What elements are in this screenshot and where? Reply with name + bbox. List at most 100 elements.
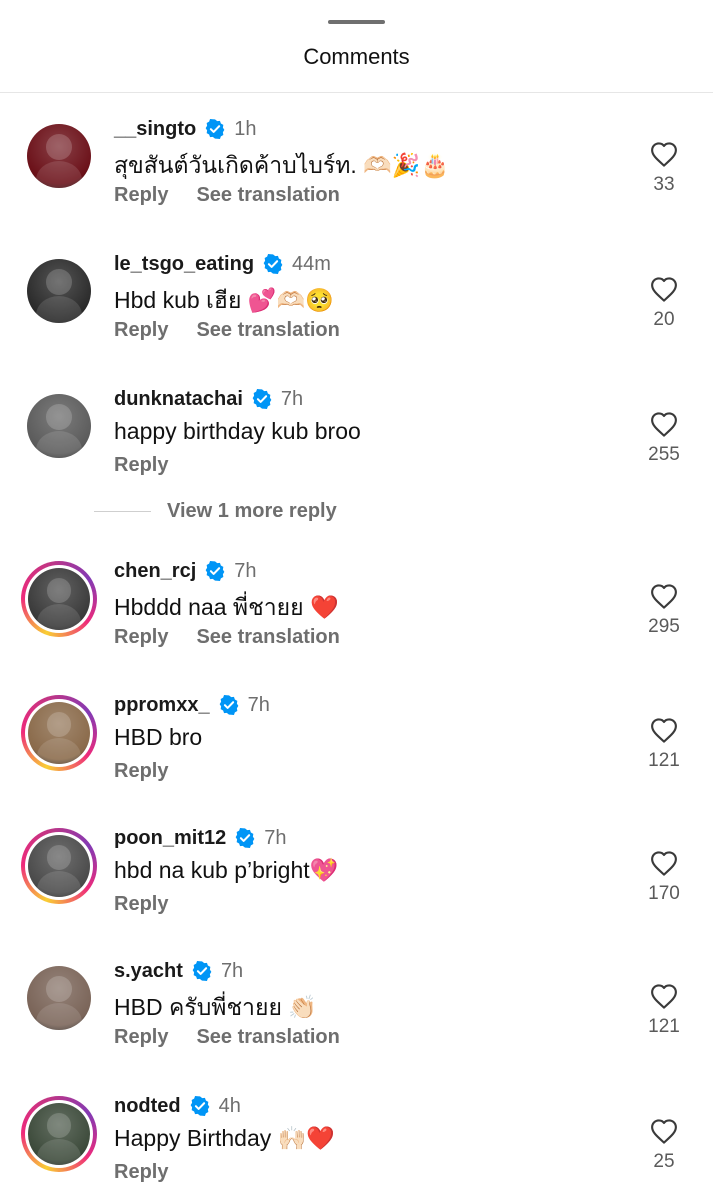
comment-item: __singto 1h สุขสันต์วันเกิดค้าบไบร์ท. 🫶🏻…	[0, 118, 713, 244]
comment-actions: Reply See translation	[114, 319, 340, 342]
verified-badge-icon	[205, 119, 225, 139]
reply-button[interactable]: Reply	[114, 760, 168, 783]
verified-badge-icon	[192, 961, 212, 981]
like-count: 33	[653, 174, 675, 195]
comment-actions: Reply See translation	[114, 184, 340, 207]
comment-header: chen_rcj 7h	[114, 558, 257, 584]
heart-outline-icon[interactable]	[649, 410, 679, 438]
reply-button[interactable]: Reply	[114, 893, 168, 916]
comment-username[interactable]: nodted	[114, 1095, 181, 1118]
comment-username[interactable]: s.yacht	[114, 960, 183, 983]
verified-badge-icon	[235, 828, 255, 848]
comment-header: poon_mit12 7h	[114, 825, 287, 851]
verified-badge-icon	[263, 254, 283, 274]
comment-item: s.yacht 7h HBD ครับพี่ชายย 👏🏻 Reply See …	[0, 960, 713, 1086]
verified-badge-icon	[252, 389, 272, 409]
heart-outline-icon[interactable]	[649, 1117, 679, 1145]
heart-outline-icon[interactable]	[649, 849, 679, 877]
comment-time: 1h	[234, 117, 257, 140]
comment-actions: Reply	[114, 893, 168, 916]
heart-outline-icon[interactable]	[649, 982, 679, 1010]
comment-text: Happy Birthday 🙌🏻❤️	[114, 1125, 335, 1151]
heart-outline-icon[interactable]	[649, 582, 679, 610]
comment-item: poon_mit12 7h hbd na kub p’bright💖 Reply…	[0, 827, 713, 953]
reply-button[interactable]: Reply	[114, 184, 168, 207]
avatar[interactable]	[27, 966, 91, 1030]
comment-text: happy birthday kub broo	[114, 418, 361, 444]
comment-header: le_tsgo_eating 44m	[114, 251, 331, 277]
like-area: 121	[630, 982, 698, 1038]
comment-username[interactable]: ppromxx_	[114, 694, 210, 717]
like-count: 20	[653, 309, 675, 330]
comment-time: 7h	[234, 559, 257, 582]
comment-text: HBD bro	[114, 724, 203, 750]
sheet-title: Comments	[303, 44, 410, 69]
like-count: 255	[648, 444, 680, 465]
comment-username[interactable]: poon_mit12	[114, 827, 226, 850]
avatar[interactable]	[27, 394, 91, 458]
reply-button[interactable]: Reply	[114, 1026, 168, 1049]
comment-header: ppromxx_ 7h	[114, 692, 270, 718]
comment-time: 7h	[264, 826, 287, 849]
avatar[interactable]	[27, 124, 91, 188]
comment-actions: Reply	[114, 1161, 168, 1184]
comment-actions: Reply See translation	[114, 626, 340, 649]
like-count: 170	[648, 883, 680, 904]
view-more-replies[interactable]: View 1 more reply	[94, 500, 337, 523]
avatar[interactable]	[21, 828, 97, 904]
comment-header: __singto 1h	[114, 116, 257, 142]
like-count: 121	[648, 750, 680, 771]
comment-item: le_tsgo_eating 44m Hbd kub เฮีย 💕🫶🏻🥺 Rep…	[0, 253, 713, 379]
comment-actions: Reply	[114, 454, 168, 477]
comment-text: HBD ครับพี่ชายย 👏🏻	[114, 994, 317, 1020]
reply-thread-line	[94, 511, 151, 512]
like-area: 295	[630, 582, 698, 638]
comment-header: nodted 4h	[114, 1093, 241, 1119]
view-more-replies-label[interactable]: View 1 more reply	[167, 500, 337, 523]
heart-outline-icon[interactable]	[649, 716, 679, 744]
comment-item: dunknatachai 7h happy birthday kub broo …	[0, 388, 713, 514]
comment-text: hbd na kub p’bright💖	[114, 857, 339, 883]
comments-sheet: Comments __singto 1h สุขสันต์วันเกิดค้าบ…	[0, 0, 713, 1200]
reply-button[interactable]: Reply	[114, 626, 168, 649]
comment-time: 7h	[280, 387, 304, 410]
like-count: 295	[648, 616, 680, 637]
comment-text: Hbddd naa พี่ชายย ❤️	[114, 594, 339, 620]
comment-header: dunknatachai 7h	[114, 386, 303, 412]
verified-badge-icon	[205, 561, 225, 581]
reply-button[interactable]: Reply	[114, 454, 168, 477]
comment-time: 44m	[292, 252, 331, 275]
like-area: 255	[630, 410, 698, 466]
see-translation-button[interactable]: See translation	[196, 319, 339, 342]
comment-username[interactable]: dunknatachai	[114, 388, 243, 411]
comment-username[interactable]: le_tsgo_eating	[114, 253, 254, 276]
avatar[interactable]	[27, 259, 91, 323]
avatar[interactable]	[21, 561, 97, 637]
heart-outline-icon[interactable]	[649, 140, 679, 168]
verified-badge-icon	[219, 695, 238, 715]
like-area: 25	[630, 1117, 698, 1173]
like-area: 20	[630, 275, 698, 331]
comment-item: nodted 4h Happy Birthday 🙌🏻❤️ Reply 25	[0, 1095, 713, 1200]
comment-username[interactable]: chen_rcj	[114, 560, 196, 583]
drag-handle[interactable]	[328, 20, 385, 24]
comment-actions: Reply	[114, 760, 168, 783]
comment-username[interactable]: __singto	[114, 118, 196, 141]
avatar[interactable]	[21, 1096, 97, 1172]
reply-button[interactable]: Reply	[114, 1161, 168, 1184]
see-translation-button[interactable]: See translation	[196, 626, 339, 649]
reply-button[interactable]: Reply	[114, 319, 168, 342]
comment-actions: Reply See translation	[114, 1026, 340, 1049]
like-count: 121	[648, 1016, 680, 1037]
avatar[interactable]	[21, 695, 97, 771]
comment-time: 7h	[220, 959, 244, 982]
comment-time: 4h	[218, 1094, 241, 1117]
see-translation-button[interactable]: See translation	[196, 1026, 339, 1049]
heart-outline-icon[interactable]	[649, 275, 679, 303]
comment-header: s.yacht 7h	[114, 958, 243, 984]
comment-item: chen_rcj 7h Hbddd naa พี่ชายย ❤️ Reply S…	[0, 560, 713, 686]
header-divider	[0, 92, 713, 93]
see-translation-button[interactable]: See translation	[196, 184, 339, 207]
comment-time: 7h	[247, 693, 270, 716]
like-count: 25	[653, 1151, 675, 1172]
